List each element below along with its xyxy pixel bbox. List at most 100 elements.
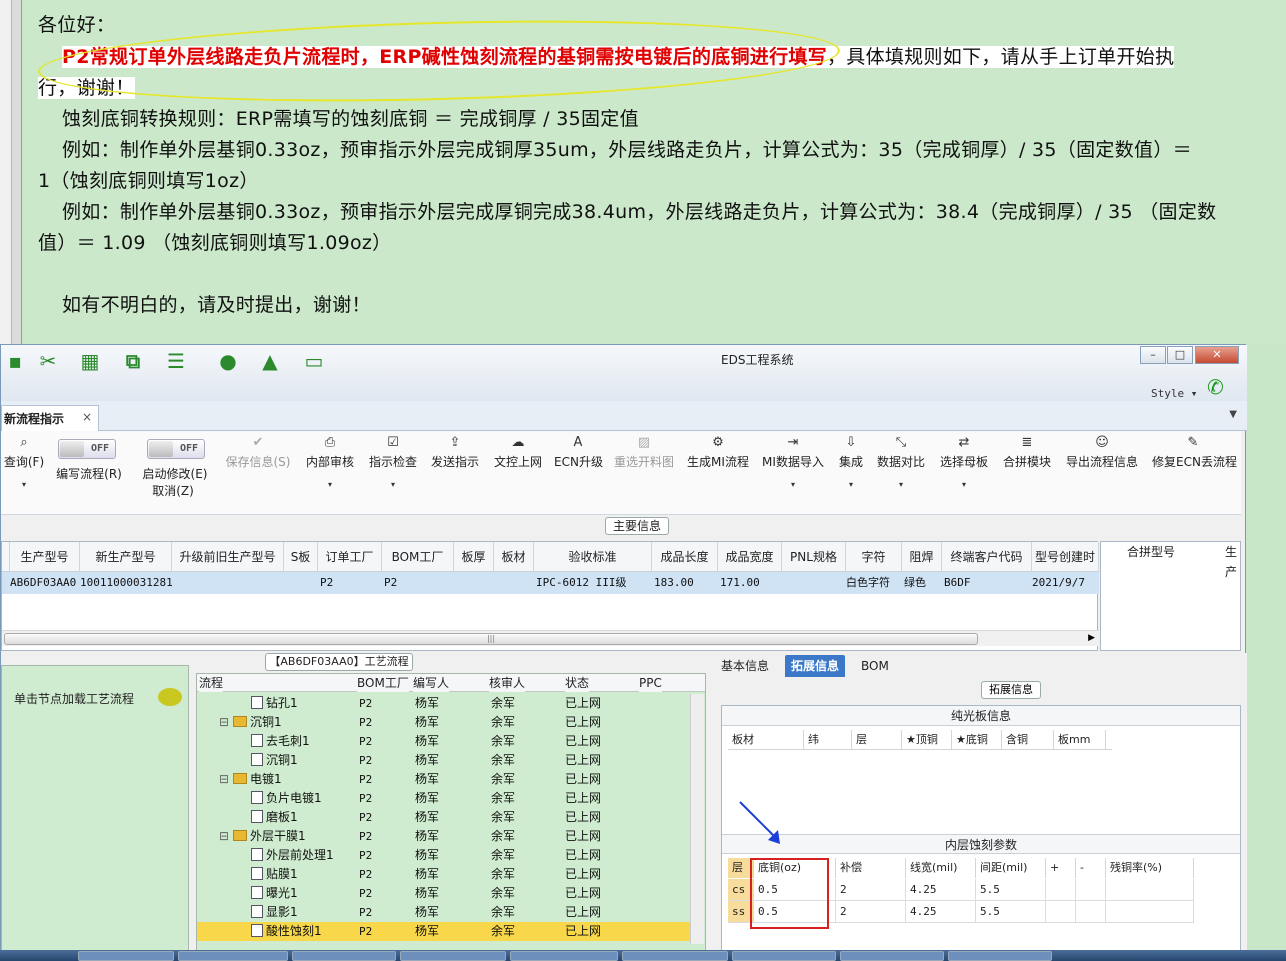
edit-flow-toggle[interactable]: OFF	[58, 439, 116, 459]
inner-param-cell[interactable]: 2	[836, 879, 906, 901]
vertical-scrollbar[interactable]	[690, 694, 704, 944]
tree-node[interactable]: 负片电镀1 P2 杨军 余军 已上网	[197, 789, 692, 808]
grid-col-header[interactable]: S板	[284, 542, 318, 572]
mi-import-button[interactable]: ⇥ MI数据导入 ▾	[761, 435, 825, 489]
tree-node[interactable]: 显影1 P2 杨军 余军 已上网	[197, 903, 692, 922]
tab-extended-info[interactable]: 拓展信息	[785, 655, 846, 677]
taskbar-item[interactable]	[292, 951, 396, 961]
inner-param-cell[interactable]	[1106, 879, 1194, 901]
inner-col-header[interactable]: -	[1076, 858, 1106, 878]
inner-param-cell[interactable]	[1046, 901, 1076, 923]
tree-col-header[interactable]: 编写人	[413, 674, 450, 692]
grid-col-header[interactable]: 阻焊	[902, 542, 942, 572]
cancel-button[interactable]: 取消(Z)	[147, 482, 199, 499]
plain-col-header[interactable]: 层	[852, 730, 902, 750]
grid-col-header[interactable]: 成品宽度	[718, 542, 782, 572]
save-button[interactable]: ✔ 保存信息(S)	[223, 435, 293, 470]
inner-param-cell[interactable]	[1046, 879, 1076, 901]
menu-icon[interactable]: ▪	[1, 349, 29, 373]
tree-node[interactable]: 贴膜1 P2 杨军 余军 已上网	[197, 865, 692, 884]
horizontal-scrollbar[interactable]: ||| ▶	[2, 630, 1099, 646]
scissors-icon[interactable]: ✂	[35, 349, 61, 373]
tree-node[interactable]: 磨板1 P2 杨军 余军 已上网	[197, 808, 692, 827]
tree-node[interactable]: 酸性蚀刻1 P2 杨军 余军 已上网	[197, 922, 692, 941]
plain-col-header[interactable]: 板mm	[1054, 730, 1106, 750]
inner-param-cell[interactable]	[1106, 901, 1194, 923]
tab-list-icon[interactable]: ▼	[1229, 409, 1237, 420]
tab-close-icon[interactable]: ×	[82, 410, 92, 424]
taskbar-item[interactable]	[78, 951, 174, 961]
taskbar-item[interactable]	[622, 951, 728, 961]
grid-col-header[interactable]: 新生产型号	[80, 542, 172, 572]
send-indicator-button[interactable]: ⇪ 发送指示	[429, 435, 481, 470]
doc-upload-button[interactable]: ☁ 文控上网	[492, 435, 544, 470]
reset-cut-map-button[interactable]: ▨ 重选开料图	[613, 435, 675, 470]
tree-node[interactable]: ⊟ 外层干膜1 P2 杨军 余军 已上网	[197, 827, 692, 846]
scroll-thumb[interactable]: |||	[4, 633, 978, 645]
tree-col-header[interactable]: 流程	[199, 674, 224, 692]
grid-col-header[interactable]: 订单工厂	[318, 542, 382, 572]
inner-param-cell[interactable]: 5.5	[976, 901, 1046, 923]
scroll-right-icon[interactable]: ▶	[1088, 633, 1095, 643]
inner-param-cell[interactable]: 4.25	[906, 901, 976, 923]
tab-bom[interactable]: BOM	[855, 655, 895, 677]
inner-param-cell[interactable]: 2	[836, 901, 906, 923]
grid-col-header[interactable]: 型号创建时	[1032, 542, 1099, 572]
table-row[interactable]: AB6DF03AA0 10011000031281 P2 P2 IPC-6012…	[2, 572, 1099, 594]
phone-icon[interactable]: ✆	[1207, 375, 1224, 399]
grid-col-header[interactable]: 验收标准	[534, 542, 652, 572]
export-flow-button[interactable]: ☺ 导出流程信息	[1064, 435, 1140, 470]
tree-node[interactable]: 去毛刺1 P2 杨军 余军 已上网	[197, 732, 692, 751]
style-menu[interactable]: Style ▾	[1151, 387, 1197, 400]
fix-ecn-button[interactable]: ✎ 修复ECN丢流程	[1152, 435, 1237, 470]
tab-basic-info[interactable]: 基本信息	[715, 655, 775, 677]
taskbar-item[interactable]	[948, 951, 1052, 961]
query-button[interactable]: ⌕ 查询(F) ▾	[1, 435, 47, 489]
internal-review-button[interactable]: ⎙ 内部审核 ▾	[304, 435, 356, 489]
monitor-icon[interactable]: ▭	[301, 349, 327, 373]
check-indicator-button[interactable]: ☑ 指示检查 ▾	[367, 435, 419, 489]
taskbar-item[interactable]	[510, 951, 618, 961]
grid-col-header[interactable]: 生产	[1225, 542, 1240, 579]
grid-col-header[interactable]: 升级前旧生产型号	[172, 542, 284, 572]
taskbar-item[interactable]	[178, 951, 288, 961]
tree-col-header[interactable]: BOM工厂	[357, 674, 409, 692]
plain-col-header[interactable]: 板材	[728, 730, 804, 750]
user-icon[interactable]: ●	[215, 349, 241, 373]
inner-col-header[interactable]: 间距(mil)	[976, 858, 1046, 878]
tree-col-header[interactable]: 核审人	[489, 674, 526, 692]
grid-col-header[interactable]: 成品长度	[652, 542, 718, 572]
chat-bubble-icon[interactable]	[158, 688, 182, 706]
grid-col-header[interactable]: 板材	[494, 542, 534, 572]
tree-col-header[interactable]: 状态	[565, 674, 590, 692]
plain-col-header[interactable]: ★底铜	[952, 730, 1002, 750]
taskbar-item[interactable]	[840, 951, 944, 961]
film-icon[interactable]: ▦	[77, 349, 103, 373]
grid-col-header[interactable]: 字符	[846, 542, 902, 572]
copy-icon[interactable]: ⧉	[119, 349, 147, 373]
tree-node[interactable]: 曝光1 P2 杨军 余军 已上网	[197, 884, 692, 903]
grid-col-header[interactable]: BOM工厂	[382, 542, 454, 572]
start-modify-toggle[interactable]: OFF	[147, 439, 205, 459]
data-compare-button[interactable]: ⤡ 数据对比 ▾	[875, 435, 927, 489]
inner-param-cell[interactable]: 4.25	[906, 879, 976, 901]
inner-col-header[interactable]: 补偿	[836, 858, 906, 878]
plain-col-header[interactable]: 纬	[804, 730, 852, 750]
grid-col-header[interactable]: 生产型号	[10, 542, 80, 572]
maximize-button[interactable]: □	[1167, 346, 1193, 364]
inner-col-header[interactable]: 线宽(mil)	[906, 858, 976, 878]
tree-node[interactable]: ⊟ 沉铜1 P2 杨军 余军 已上网	[197, 713, 692, 732]
integrate-button[interactable]: ⇩ 集成 ▾	[835, 435, 867, 489]
taskbar-item[interactable]	[400, 951, 506, 961]
merge-module-button[interactable]: ≣ 合拼模块	[1001, 435, 1053, 470]
tab-new-flow[interactable]: 新流程指示 ×	[1, 405, 99, 431]
grid-col-header[interactable]: 终端客户代码	[942, 542, 1032, 572]
tree-node[interactable]: 沉铜1 P2 杨军 余军 已上网	[197, 751, 692, 770]
flow-node-pane[interactable]: 单击节点加载工艺流程	[1, 665, 189, 951]
tree-node[interactable]: 外层前处理1 P2 杨军 余军 已上网	[197, 846, 692, 865]
grid-col-header[interactable]: PNL规格	[782, 542, 846, 572]
grid-col-header[interactable]: 板厚	[454, 542, 494, 572]
minimize-button[interactable]: –	[1140, 346, 1166, 364]
tree-node[interactable]: ⊟ 电镀1 P2 杨军 余军 已上网	[197, 770, 692, 789]
tree-node[interactable]: 钻孔1 P2 杨军 余军 已上网	[197, 694, 692, 713]
